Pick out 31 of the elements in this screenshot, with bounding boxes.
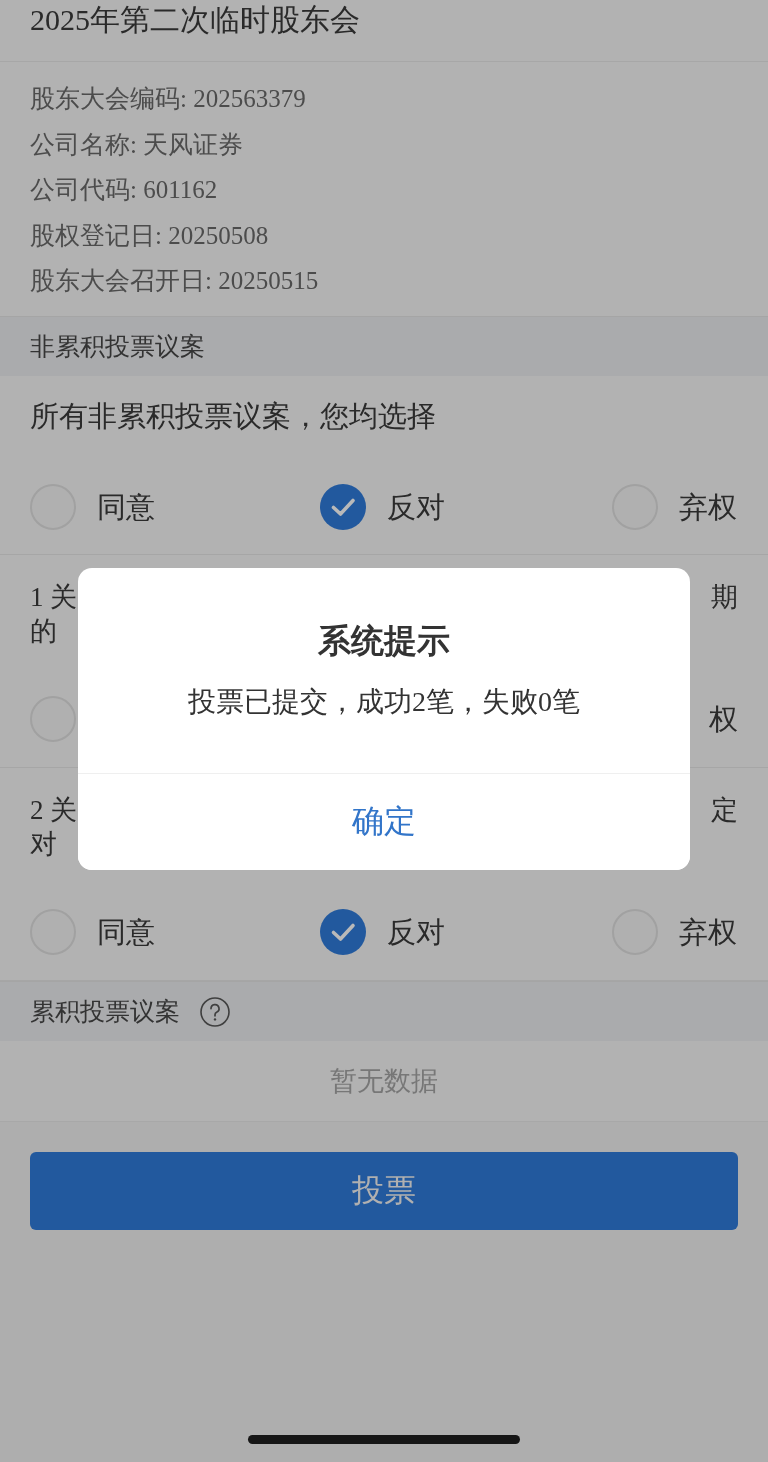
proposal-title-text: 1 关 bbox=[30, 580, 78, 614]
option-label[interactable]: 反对 bbox=[387, 488, 445, 525]
proposal-title-text: 对 bbox=[30, 827, 57, 861]
option-label[interactable]: 同意 bbox=[97, 488, 155, 525]
option-label[interactable]: 弃权 bbox=[679, 488, 737, 525]
option-label[interactable]: 同意 bbox=[97, 913, 155, 950]
section-title: 非累积投票议案 bbox=[30, 331, 205, 362]
dialog-message: 投票已提交，成功2笔，失败0笔 bbox=[188, 685, 580, 719]
bulk-vote-prompt: 所有非累积投票议案，您均选择 bbox=[30, 398, 436, 434]
dialog-title: 系统提示 bbox=[318, 622, 450, 661]
option-label[interactable]: 反对 bbox=[387, 913, 445, 950]
info-text: 股东大会召开日: 20250515 bbox=[30, 266, 319, 296]
info-text: 股东大会编码: 202563379 bbox=[30, 84, 306, 114]
info-text: 公司代码: 601162 bbox=[30, 175, 218, 205]
confirm-button[interactable]: 确定 bbox=[78, 773, 690, 870]
section-title: 累积投票议案 bbox=[30, 996, 180, 1027]
meeting-title: 2025年第二次临时股东会 bbox=[30, 2, 360, 38]
info-text: 股权登记日: 20250508 bbox=[30, 220, 269, 251]
radio-button[interactable] bbox=[320, 908, 366, 955]
empty-state-text: 暂无数据 bbox=[330, 1064, 438, 1098]
proposal-title-text: 期 bbox=[711, 580, 738, 614]
check-icon bbox=[331, 498, 355, 516]
proposal-title-text: 定 bbox=[711, 793, 738, 827]
proposal-title-text: 2 关 bbox=[30, 793, 78, 827]
proposal-title-text: 的 bbox=[30, 614, 57, 648]
option-label[interactable]: 权 bbox=[709, 700, 738, 737]
help-icon[interactable] bbox=[200, 997, 230, 1027]
check-icon bbox=[331, 923, 355, 941]
radio-button[interactable] bbox=[320, 483, 366, 530]
info-text: 公司名称: 天风证券 bbox=[30, 129, 244, 160]
option-label[interactable]: 弃权 bbox=[679, 913, 737, 950]
